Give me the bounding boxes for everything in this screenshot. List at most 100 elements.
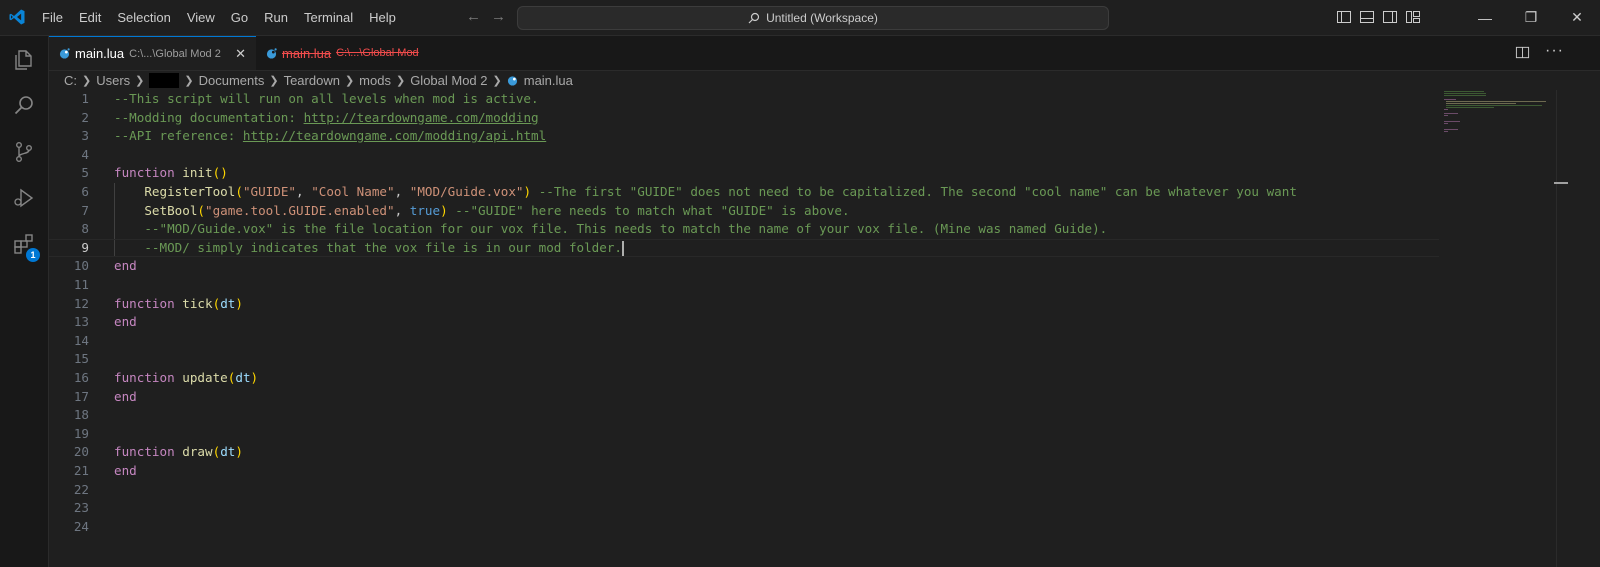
breadcrumb-teardown[interactable]: Teardown — [282, 73, 342, 88]
command-center[interactable]: Untitled (Workspace) — [517, 6, 1109, 30]
breadcrumb-mods[interactable]: mods — [357, 73, 393, 88]
code-line: 21 end — [49, 462, 1439, 481]
menu-bar: File Edit Selection View Go Run Terminal… — [34, 0, 404, 35]
code-editor[interactable]: 1 --This script will run on all levels wh… — [49, 90, 1439, 567]
customize-layout-icon[interactable] — [1405, 9, 1421, 25]
code-text: --API reference: http://teardowngame.com… — [114, 128, 547, 144]
line-number: 4 — [81, 146, 89, 162]
text-cursor — [622, 240, 625, 256]
redacted-username — [149, 72, 180, 88]
tab-title: main.lua — [282, 45, 332, 61]
breadcrumb-users[interactable]: Users — [94, 73, 132, 88]
tab-description: C:\...\Global Mod — [336, 47, 419, 59]
menu-go[interactable]: Go — [223, 7, 256, 29]
code-line: 8 --"MOD/Guide.vox" is the file location… — [49, 220, 1439, 239]
command-center-label: Untitled (Workspace) — [766, 11, 878, 25]
line-number: 22 — [73, 481, 89, 497]
overview-ruler[interactable] — [1556, 90, 1557, 567]
code-line: 24 — [49, 518, 1439, 537]
tab-main-lua-deleted[interactable]: main.lua C:\...\Global Mod — [256, 36, 456, 70]
code-line: 6 RegisterTool("GUIDE", "Cool Name", "MO… — [49, 183, 1439, 202]
code-text: --Modding documentation: http://teardown… — [114, 109, 539, 125]
code-text: --MOD/ simply indicates that the vox fil… — [144, 239, 625, 256]
minimize-icon[interactable]: — — [1462, 0, 1508, 35]
search-icon[interactable] — [0, 82, 48, 130]
title-bar: File Edit Selection View Go Run Terminal… — [0, 0, 1600, 36]
code-text: end — [114, 314, 137, 330]
cursor-position-marker — [1554, 182, 1568, 184]
code-line: 13 end — [49, 313, 1439, 332]
code-text: function init() — [114, 165, 228, 181]
code-line: 17 end — [49, 388, 1439, 407]
line-number: 23 — [73, 500, 89, 516]
menu-help[interactable]: Help — [361, 7, 404, 29]
split-editor-icon[interactable] — [1515, 45, 1530, 60]
menu-terminal[interactable]: Terminal — [296, 7, 361, 29]
line-number: 6 — [81, 184, 89, 199]
tab-bar: main.lua C:\...\Global Mod 2 ✕ main.lua … — [49, 36, 1600, 71]
line-number: 3 — [81, 128, 89, 144]
line-number: 13 — [73, 314, 89, 330]
chevron-right-icon: ❯ — [82, 74, 92, 87]
restore-icon[interactable]: ❐ — [1508, 0, 1554, 35]
close-window-icon[interactable]: ✕ — [1554, 0, 1600, 35]
menu-file[interactable]: File — [34, 7, 71, 29]
window-controls: — ❐ ✕ — [1462, 0, 1600, 35]
line-number: 16 — [73, 370, 89, 385]
menu-selection[interactable]: Selection — [109, 7, 178, 29]
chevron-right-icon: ❯ — [395, 74, 406, 87]
lua-file-icon — [59, 48, 70, 59]
explorer-icon[interactable] — [0, 36, 48, 84]
line-number: 5 — [81, 165, 89, 181]
tab-description: C:\...\Global Mod 2 — [129, 47, 221, 60]
breadcrumb-documents[interactable]: Documents — [197, 73, 267, 88]
code-line: 4 — [49, 146, 1439, 165]
chevron-right-icon: ❯ — [344, 74, 355, 87]
line-number: 15 — [73, 351, 89, 367]
line-number: 12 — [73, 295, 89, 311]
code-line: 23 — [49, 499, 1439, 518]
breadcrumb-global-mod-2[interactable]: Global Mod 2 — [408, 73, 489, 88]
line-number: 17 — [73, 388, 89, 404]
breadcrumb-file[interactable]: main.lua — [522, 73, 575, 88]
code-text: end — [114, 463, 137, 478]
tab-main-lua-active[interactable]: main.lua C:\...\Global Mod 2 ✕ — [49, 36, 256, 70]
menu-run[interactable]: Run — [256, 7, 296, 29]
search-icon — [748, 12, 760, 24]
code-line: 15 — [49, 350, 1439, 369]
line-number: 11 — [73, 277, 89, 292]
line-number: 21 — [73, 463, 89, 478]
forward-arrow-icon[interactable]: → — [491, 8, 506, 25]
back-arrow-icon[interactable]: ← — [466, 8, 481, 25]
line-number: 18 — [73, 407, 89, 423]
code-text: function tick(dt) — [114, 295, 243, 311]
code-line: 10 end — [49, 257, 1439, 276]
code-text: end — [114, 388, 137, 404]
toggle-primary-sidebar-icon[interactable] — [1336, 9, 1352, 25]
chevron-right-icon: ❯ — [492, 74, 502, 87]
minimap[interactable] — [1442, 90, 1552, 150]
code-line: 12 function tick(dt) — [49, 295, 1439, 314]
breadcrumb-drive[interactable]: C: — [62, 73, 79, 88]
code-text: end — [114, 258, 137, 274]
more-actions-icon[interactable]: ··· — [1545, 42, 1564, 60]
code-line: 1 --This script will run on all levels wh… — [49, 90, 1439, 109]
menu-view[interactable]: View — [179, 7, 223, 29]
line-number: 8 — [81, 221, 89, 237]
close-tab-icon[interactable]: ✕ — [235, 46, 246, 62]
toggle-panel-icon[interactable] — [1359, 9, 1375, 25]
activity-bar: 1 — [0, 36, 49, 567]
extensions-icon[interactable]: 1 — [0, 220, 48, 268]
code-text: --"MOD/Guide.vox" is the file location f… — [144, 221, 1108, 237]
lua-file-icon — [266, 47, 277, 59]
run-and-debug-icon[interactable] — [0, 174, 48, 222]
source-control-icon[interactable] — [0, 128, 48, 176]
code-line: 5 function init() — [49, 164, 1439, 183]
tab-title: main.lua — [75, 46, 125, 61]
lua-file-icon — [507, 75, 517, 86]
code-line: 16 function update(dt) — [49, 369, 1439, 388]
navigation-arrows: ← → — [466, 8, 506, 25]
toggle-secondary-sidebar-icon[interactable] — [1382, 9, 1398, 25]
menu-edit[interactable]: Edit — [71, 7, 109, 29]
code-line: 20 function draw(dt) — [49, 443, 1439, 462]
